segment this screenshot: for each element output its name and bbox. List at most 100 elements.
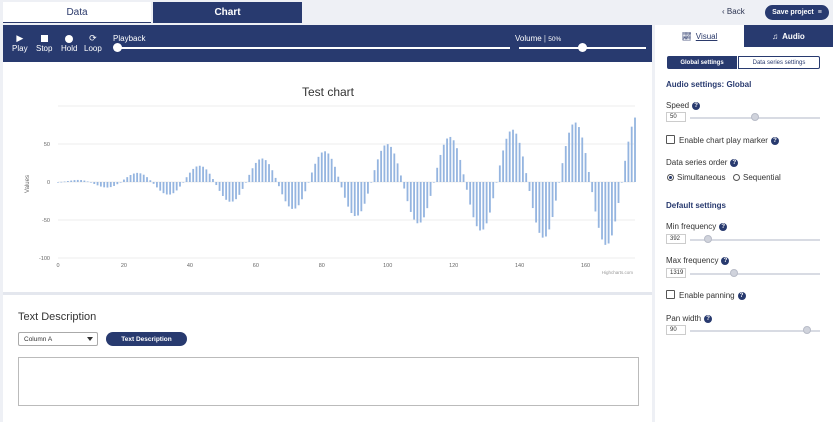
chart-bar[interactable]	[182, 182, 185, 183]
chart-bar[interactable]	[518, 142, 521, 182]
chart-bar[interactable]	[419, 182, 422, 223]
chart-bar[interactable]	[396, 163, 399, 182]
chart-bar[interactable]	[96, 182, 99, 186]
chart-bar[interactable]	[548, 182, 551, 230]
help-icon[interactable]: ?	[704, 314, 713, 323]
chart-bar[interactable]	[558, 182, 561, 183]
chart-bar[interactable]	[541, 182, 544, 238]
chart-bar[interactable]	[624, 160, 627, 182]
chart-bar[interactable]	[175, 182, 178, 191]
chart-bar[interactable]	[70, 180, 73, 182]
help-icon[interactable]: ?	[770, 136, 779, 145]
chart-bar[interactable]	[304, 182, 307, 192]
chart-bar[interactable]	[66, 181, 69, 182]
chart-bar[interactable]	[591, 182, 594, 193]
chart-bar[interactable]	[57, 182, 59, 183]
chart-bar[interactable]	[568, 132, 570, 182]
chart-bar[interactable]	[465, 182, 468, 190]
chart-bar[interactable]	[505, 138, 508, 182]
chart-bar[interactable]	[271, 170, 274, 182]
chart-bar[interactable]	[238, 182, 241, 195]
help-icon[interactable]: ?	[721, 256, 730, 265]
chart-bar[interactable]	[218, 182, 221, 191]
chart-bar[interactable]	[281, 182, 284, 195]
chart-bar[interactable]	[228, 182, 231, 202]
chart-bar[interactable]	[76, 179, 79, 182]
play-button[interactable]: ▶ Play	[12, 33, 28, 53]
chart-bar[interactable]	[93, 182, 96, 184]
chart-bar[interactable]	[119, 182, 122, 183]
chart-bar[interactable]	[373, 170, 376, 182]
chart-bar[interactable]	[436, 167, 439, 182]
chart-bar[interactable]	[479, 182, 481, 231]
chart-bar[interactable]	[297, 182, 300, 206]
chart-bar[interactable]	[241, 182, 244, 189]
chart-bar[interactable]	[324, 151, 326, 182]
chart-bar[interactable]	[459, 159, 462, 182]
save-project-button[interactable]: Save project ≡	[765, 5, 829, 20]
chart-bar[interactable]	[254, 162, 257, 182]
chart-bar[interactable]	[159, 182, 162, 191]
chart-bar[interactable]	[195, 166, 198, 182]
chart-bar[interactable]	[291, 182, 294, 209]
help-icon[interactable]: ?	[719, 222, 728, 231]
chart-bar[interactable]	[353, 182, 356, 217]
chart-bar[interactable]	[521, 156, 524, 182]
chart-bar[interactable]	[330, 158, 333, 182]
chart-bar[interactable]	[106, 182, 109, 188]
chart-bar[interactable]	[284, 182, 287, 202]
help-icon[interactable]: ?	[692, 101, 701, 110]
chart-bar[interactable]	[327, 153, 330, 183]
chart-bar[interactable]	[205, 169, 208, 182]
chart-bar[interactable]	[245, 182, 247, 183]
pan-width-input[interactable]: 90	[666, 325, 686, 335]
chart-bar[interactable]	[627, 141, 630, 182]
chart-bar[interactable]	[545, 182, 547, 237]
column-select[interactable]: Column A	[18, 332, 98, 346]
panning-checkbox[interactable]	[666, 290, 675, 299]
speed-slider-thumb[interactable]	[751, 113, 759, 121]
chart-bar[interactable]	[620, 182, 623, 183]
playback-slider-thumb[interactable]	[112, 43, 122, 52]
chart-bar[interactable]	[357, 182, 359, 216]
chart-bar[interactable]	[215, 182, 218, 186]
chart-bar[interactable]	[376, 159, 379, 182]
chart-bar[interactable]	[73, 180, 76, 182]
chart-bar[interactable]	[386, 144, 389, 182]
chart-bar[interactable]	[172, 182, 175, 194]
chart-bar[interactable]	[452, 140, 455, 182]
chart-bar[interactable]	[439, 154, 442, 182]
chart-bar[interactable]	[86, 181, 89, 183]
chart-bar[interactable]	[235, 182, 237, 200]
chart-bar[interactable]	[475, 182, 478, 227]
chart-bar[interactable]	[528, 182, 531, 191]
loop-button[interactable]: ⟳ Loop	[84, 33, 102, 53]
data-series-settings-toggle[interactable]: Data series settings	[738, 56, 820, 69]
chart-bar[interactable]	[350, 182, 353, 214]
chart-bar[interactable]	[446, 138, 448, 182]
chart-bar[interactable]	[604, 182, 607, 245]
chart-bar[interactable]	[307, 182, 310, 183]
chart-bar[interactable]	[139, 173, 142, 182]
chart-bar[interactable]	[367, 182, 369, 194]
chart-bar[interactable]	[149, 180, 152, 182]
text-description-output[interactable]	[18, 357, 639, 406]
chart-bar[interactable]	[314, 163, 317, 182]
chart-bar[interactable]	[538, 182, 541, 233]
chart-bar[interactable]	[413, 182, 415, 220]
chart-bar[interactable]	[80, 180, 82, 182]
chart-bar[interactable]	[508, 131, 511, 182]
chart-bar[interactable]	[383, 145, 386, 182]
chart-bar[interactable]	[634, 117, 636, 182]
chart-bar[interactable]	[561, 163, 564, 182]
chart-bar[interactable]	[278, 182, 280, 187]
chart-bar[interactable]	[360, 182, 363, 212]
chart-bar[interactable]	[587, 171, 590, 182]
chart-bar[interactable]	[152, 182, 155, 184]
chart-bar[interactable]	[294, 182, 297, 209]
help-icon[interactable]: ?	[730, 158, 739, 167]
chart-bar[interactable]	[594, 182, 597, 212]
chart-bar[interactable]	[597, 182, 600, 228]
chart-bar[interactable]	[442, 144, 445, 182]
sequential-radio[interactable]	[733, 174, 740, 181]
